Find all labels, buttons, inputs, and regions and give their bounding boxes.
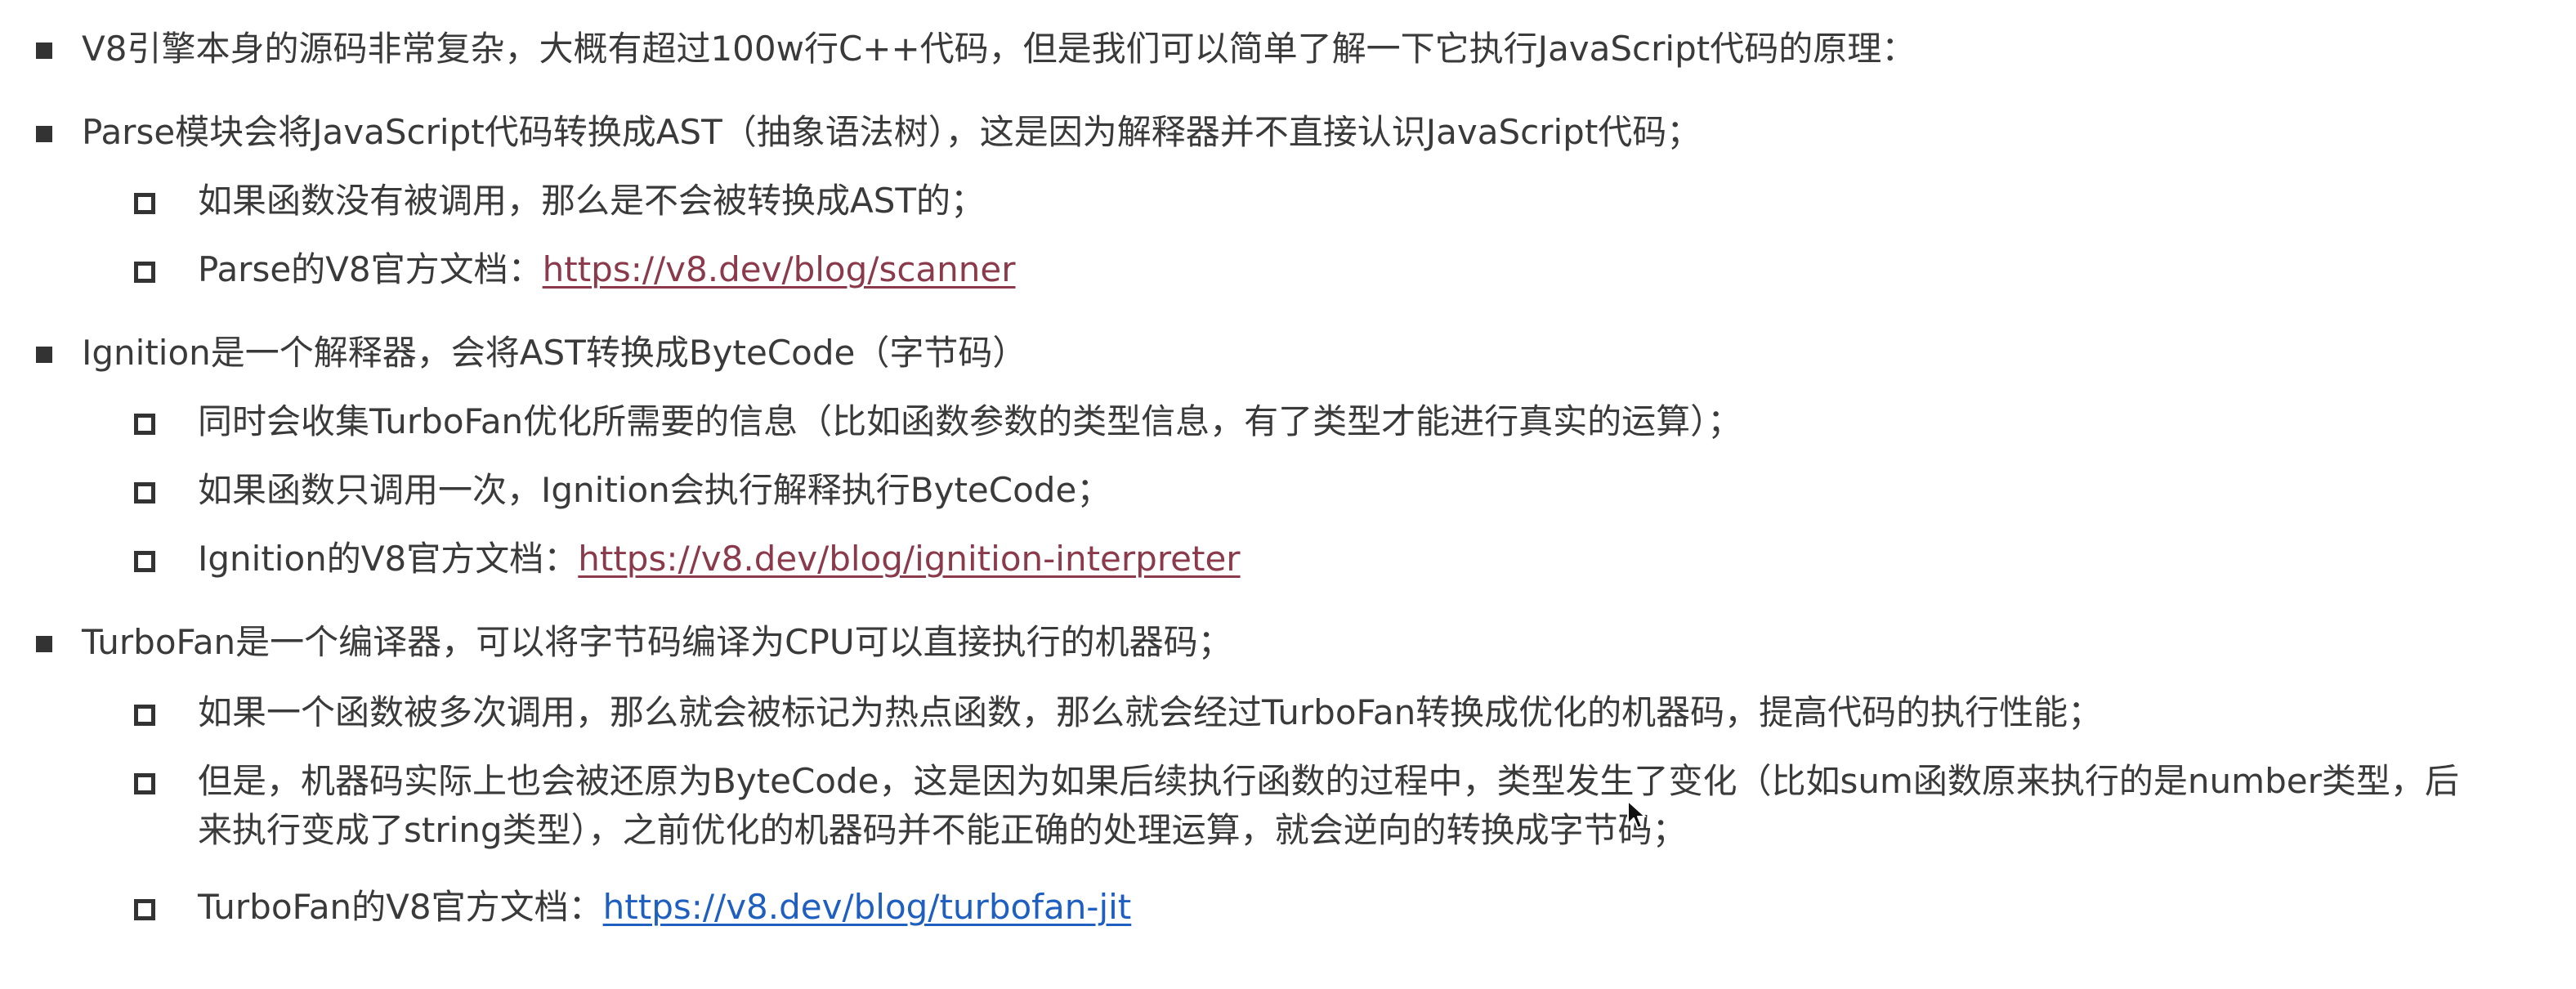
hollow-square-bullet-icon (134, 262, 155, 283)
hollow-square-bullet-icon (134, 705, 155, 726)
list-item-parse: Parse模块会将JavaScript代码转换成AST（抽象语法树），这是因为解… (36, 108, 1701, 157)
list-item-text: 如果函数没有被调用，那么是不会被转换成AST的； (198, 181, 986, 221)
list-item-text-line1: 但是，机器码实际上也会被还原为ByteCode，这是因为如果后续执行函数的过程中… (198, 761, 2459, 801)
hollow-square-bullet-icon (134, 773, 155, 794)
hollow-square-bullet-icon (134, 482, 155, 503)
list-item-text: TurboFan是一个编译器，可以将字节码编译为CPU可以直接执行的机器码； (82, 622, 1232, 662)
mouse-cursor-icon (1627, 800, 1646, 829)
sub-item-ignition-collect: 同时会收集TurboFan优化所需要的信息（比如函数参数的类型信息，有了类型才能… (134, 397, 1742, 446)
list-item-text: Parse的V8官方文档： (198, 249, 543, 289)
hollow-square-bullet-icon (134, 899, 155, 920)
list-item-text-line2: 来执行变成了string类型），之前优化的机器码并不能正确的处理运算，就会逆向的… (198, 810, 1687, 850)
turbofan-docs-link[interactable]: https://v8.dev/blog/turbofan-jit (603, 887, 1132, 927)
sub-item-ignition-once: 如果函数只调用一次，Ignition会执行解释执行ByteCode； (134, 466, 1111, 515)
ignition-docs-link[interactable]: https://v8.dev/blog/ignition-interpreter (578, 539, 1240, 579)
sub-item-parse-not-called: 如果函数没有被调用，那么是不会被转换成AST的； (134, 177, 985, 226)
list-item-text: Ignition是一个解释器，会将AST转换成ByteCode（字节码） (82, 333, 1027, 373)
list-item-text: V8引擎本身的源码非常复杂，大概有超过100w行C++代码，但是我们可以简单了解… (82, 29, 1916, 69)
list-item-turbofan: TurboFan是一个编译器，可以将字节码编译为CPU可以直接执行的机器码； (36, 618, 1232, 667)
sub-item-ignition-docs: Ignition的V8官方文档：https://v8.dev/blog/igni… (134, 535, 1241, 584)
hollow-square-bullet-icon (134, 414, 155, 435)
hollow-square-bullet-icon (134, 193, 155, 214)
filled-square-bullet-icon (36, 43, 52, 59)
list-item-text: TurboFan的V8官方文档： (198, 887, 603, 927)
sub-item-turbofan-deopt: 但是，机器码实际上也会被还原为ByteCode，这是因为如果后续执行函数的过程中… (134, 757, 2459, 855)
list-item-text: 同时会收集TurboFan优化所需要的信息（比如函数参数的类型信息，有了类型才能… (198, 401, 1742, 441)
list-item-text: 如果一个函数被多次调用，那么就会被标记为热点函数，那么就会经过TurboFan转… (198, 692, 2103, 732)
filled-square-bullet-icon (36, 126, 52, 142)
list-item-v8-intro: V8引擎本身的源码非常复杂，大概有超过100w行C++代码，但是我们可以简单了解… (36, 25, 1916, 74)
list-item-text: Ignition的V8官方文档： (198, 539, 579, 579)
filled-square-bullet-icon (36, 347, 52, 363)
sub-item-turbofan-hot: 如果一个函数被多次调用，那么就会被标记为热点函数，那么就会经过TurboFan转… (134, 688, 2102, 737)
list-item-text: Parse模块会将JavaScript代码转换成AST（抽象语法树），这是因为解… (82, 112, 1702, 152)
list-item-ignition: Ignition是一个解释器，会将AST转换成ByteCode（字节码） (36, 329, 1026, 378)
hollow-square-bullet-icon (134, 551, 155, 572)
list-item-text: 如果函数只调用一次，Ignition会执行解释执行ByteCode； (198, 470, 1111, 510)
parse-docs-link[interactable]: https://v8.dev/blog/scanner (543, 249, 1016, 289)
sub-item-turbofan-docs: TurboFan的V8官方文档：https://v8.dev/blog/turb… (134, 883, 1131, 932)
slide-content: V8引擎本身的源码非常复杂，大概有超过100w行C++代码，但是我们可以简单了解… (0, 0, 2576, 989)
sub-item-parse-docs: Parse的V8官方文档：https://v8.dev/blog/scanner (134, 245, 1016, 294)
filled-square-bullet-icon (36, 636, 52, 652)
